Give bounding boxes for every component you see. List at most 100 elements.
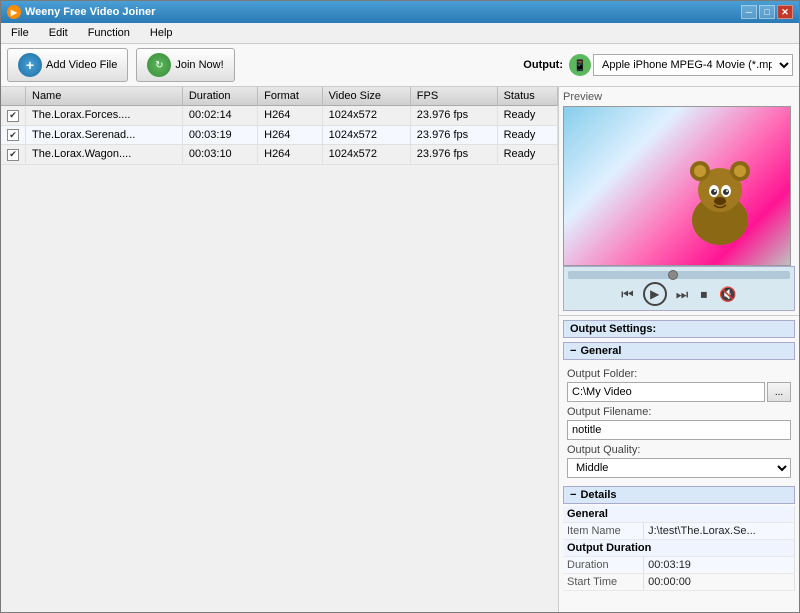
file-table: Name Duration Format Video Size FPS Stat… [1,87,558,612]
menu-bar: File Edit Function Help [1,23,799,44]
stop-button[interactable]: ⏹ [697,285,710,304]
output-settings-header[interactable]: Output Settings: [563,320,795,338]
general-section-header[interactable]: − General [563,342,795,360]
seek-bar[interactable] [568,271,790,279]
details-section-header[interactable]: − Details [563,486,795,504]
output-label: Output: [523,59,563,71]
folder-label: Output Folder: [567,368,791,380]
row-format-2: H264 [258,145,323,165]
details-group: General Item Name J:\test\The.Lorax.Se..… [563,506,795,591]
duration-value: 00:03:19 [644,557,795,574]
output-dropdown-wrapper: 📱 Apple iPhone MPEG-4 Movie (*.mp4) [569,54,793,76]
row-videosize-1: 1024x572 [322,125,410,145]
preview-controls: ⏮ ▶ ⏭ ⏹ 🔇 [563,266,795,311]
preview-bear-image [680,155,760,245]
menu-help[interactable]: Help [144,25,179,41]
collapse-details-icon: − [570,489,576,501]
control-buttons: ⏮ ▶ ⏭ ⏹ 🔇 [568,282,790,306]
browse-button[interactable]: ... [767,382,791,402]
row-videosize-2: 1024x572 [322,145,410,165]
row-fps-0: 23.976 fps [410,106,497,126]
menu-file[interactable]: File [5,25,35,41]
main-window: ▶ Weeny Free Video Joiner ─ □ ✕ File Edi… [0,0,800,613]
join-now-button[interactable]: ↻ Join Now! [136,48,234,82]
add-video-button[interactable]: + Add Video File [7,48,128,82]
table-row[interactable]: ✔ The.Lorax.Forces.... 00:02:14 H264 102… [1,106,558,126]
row-status-2: Ready [497,145,557,165]
details-subsection-duration: Output Duration [563,540,795,557]
table-body: ✔ The.Lorax.Forces.... 00:02:14 H264 102… [1,106,558,165]
play-button[interactable]: ▶ [643,282,667,306]
quality-label: Output Quality: [567,444,791,456]
menu-edit[interactable]: Edit [43,25,74,41]
add-btn-label: Add Video File [46,59,117,71]
folder-input-group: ... [567,382,791,402]
minimize-button[interactable]: ─ [741,5,757,19]
filename-input[interactable] [567,420,791,440]
start-time-value: 00:00:00 [644,574,795,591]
row-duration-2: 00:03:10 [182,145,257,165]
row-checkbox-0[interactable]: ✔ [1,106,26,126]
row-format-1: H264 [258,125,323,145]
row-name-1: The.Lorax.Serenad... [26,125,183,145]
col-status: Status [497,87,557,106]
close-button[interactable]: ✕ [777,5,793,19]
app-icon: ▶ [7,5,21,19]
video-table: Name Duration Format Video Size FPS Stat… [1,87,558,165]
window-title: Weeny Free Video Joiner [25,6,155,18]
details-section-label: Details [580,489,616,501]
table-row[interactable]: ✔ The.Lorax.Serenad... 00:03:19 H264 102… [1,125,558,145]
join-btn-label: Join Now! [175,59,223,71]
output-section: Output: 📱 Apple iPhone MPEG-4 Movie (*.m… [523,54,793,76]
table-header-row: Name Duration Format Video Size FPS Stat… [1,87,558,106]
checkbox-1[interactable]: ✔ [7,129,19,141]
details-duration-row: Duration 00:03:19 [563,557,795,574]
output-settings-label: Output Settings: [570,323,656,335]
row-name-2: The.Lorax.Wagon.... [26,145,183,165]
row-name-0: The.Lorax.Forces.... [26,106,183,126]
general-settings-group: Output Folder: ... Output Filename: Outp… [563,362,795,480]
join-icon: ↻ [147,53,171,77]
preview-video [563,106,791,266]
item-name-label: Item Name [563,523,644,540]
col-format: Format [258,87,323,106]
details-item-name-row: Item Name J:\test\The.Lorax.Se... [563,523,795,540]
start-time-label: Start Time [563,574,644,591]
title-bar: ▶ Weeny Free Video Joiner ─ □ ✕ [1,1,799,23]
title-bar-left: ▶ Weeny Free Video Joiner [7,5,155,19]
phone-icon: 📱 [569,54,591,76]
row-status-0: Ready [497,106,557,126]
checkbox-0[interactable]: ✔ [7,110,19,122]
row-checkbox-1[interactable]: ✔ [1,125,26,145]
general-section-label: General [580,345,621,357]
row-fps-2: 23.976 fps [410,145,497,165]
output-format-select[interactable]: Apple iPhone MPEG-4 Movie (*.mp4) [593,54,793,76]
preview-label: Preview [563,91,795,103]
forward-button[interactable]: ⏭ [673,285,692,304]
col-duration: Duration [182,87,257,106]
mute-button[interactable]: 🔇 [716,285,739,304]
collapse-general-icon: − [570,345,576,357]
details-subsection-general: General [563,506,795,523]
right-panel: Preview [559,87,799,612]
col-name: Name [26,87,183,106]
rewind-button[interactable]: ⏮ [618,285,637,304]
folder-input[interactable] [567,382,765,402]
menu-function[interactable]: Function [82,25,136,41]
seek-thumb[interactable] [668,270,678,280]
add-icon: + [18,53,42,77]
details-start-time-row: Start Time 00:00:00 [563,574,795,591]
duration-label: Duration [563,557,644,574]
col-checkbox [1,87,26,106]
table-row[interactable]: ✔ The.Lorax.Wagon.... 00:03:10 H264 1024… [1,145,558,165]
row-checkbox-2[interactable]: ✔ [1,145,26,165]
item-name-value: J:\test\The.Lorax.Se... [644,523,795,540]
checkbox-2[interactable]: ✔ [7,149,19,161]
output-settings-panel: Output Settings: − General Output Folder… [559,316,799,612]
col-videosize: Video Size [322,87,410,106]
left-panel: Name Duration Format Video Size FPS Stat… [1,87,559,612]
row-duration-0: 00:02:14 [182,106,257,126]
maximize-button[interactable]: □ [759,5,775,19]
quality-select[interactable]: Low Middle High [567,458,791,478]
main-content: Name Duration Format Video Size FPS Stat… [1,87,799,612]
